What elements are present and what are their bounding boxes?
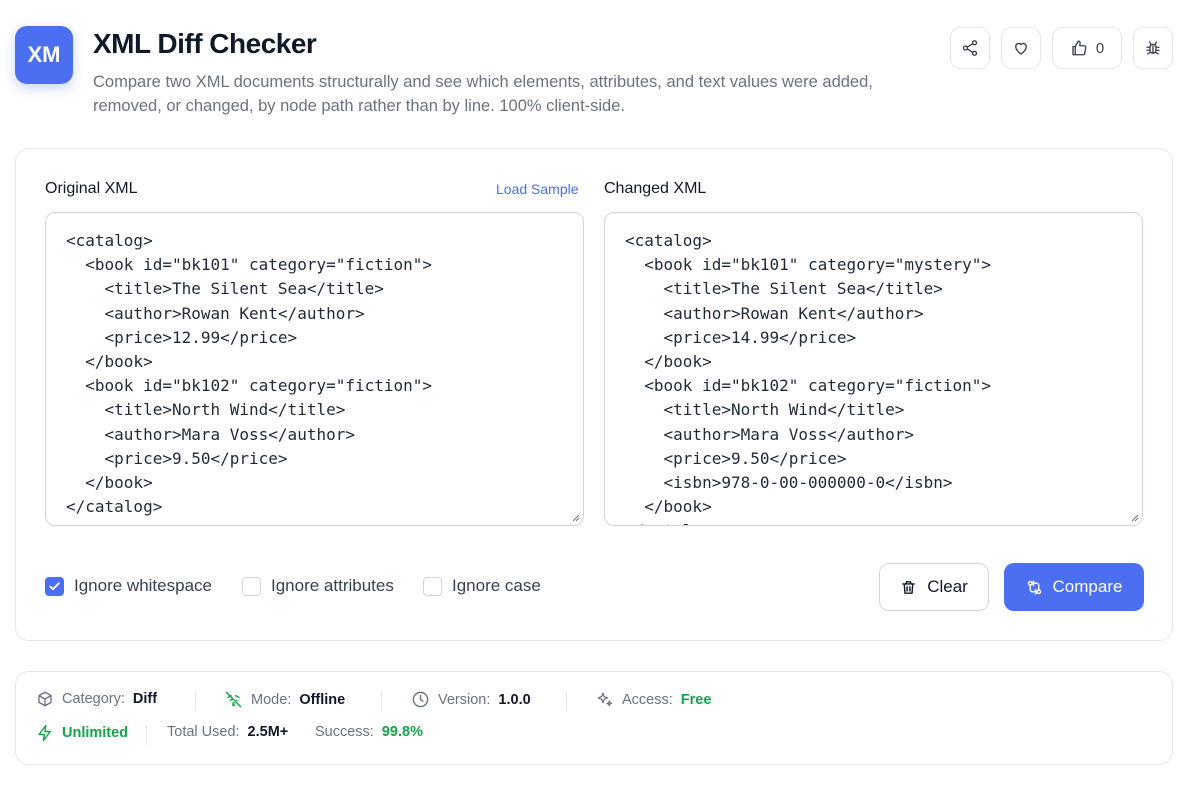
clear-button-label: Clear <box>927 577 968 596</box>
wifi-off-icon <box>225 691 242 708</box>
ignore-attributes-label[interactable]: Ignore attributes <box>271 576 394 596</box>
stat-divider <box>566 691 567 711</box>
ignore-whitespace-label[interactable]: Ignore whitespace <box>74 576 212 596</box>
bug-icon <box>1146 41 1160 55</box>
compare-icon <box>1027 579 1041 595</box>
compare-button-label: Compare <box>1052 577 1123 596</box>
resize-handle-icon[interactable] <box>1131 514 1139 522</box>
stat-mode-value: Offline <box>299 691 346 708</box>
stat-version-label: Version: <box>438 691 491 708</box>
stat-total-used: Total Used: 2.5M+ <box>167 724 288 740</box>
stat-unlimited: Unlimited <box>36 724 128 742</box>
favorite-button[interactable] <box>1001 27 1041 69</box>
changed-xml-label: Changed XML <box>604 180 707 197</box>
changed-xml-editor[interactable]: <catalog> <book id="bk101" category="mys… <box>604 212 1143 526</box>
stat-access-value: Free <box>680 691 712 708</box>
stat-category: Category: Diff <box>36 690 157 708</box>
lightning-icon <box>38 724 51 742</box>
ignore-whitespace-checkbox[interactable] <box>45 576 64 596</box>
stat-mode: Mode: Offline <box>224 690 345 709</box>
heart-icon <box>1015 42 1027 55</box>
tool-stats-panel <box>15 671 1173 765</box>
clear-button[interactable]: Clear <box>879 563 989 611</box>
original-xml-content[interactable]: <catalog> <book id="bk101" category="fic… <box>46 213 583 519</box>
stat-unlimited-value: Unlimited <box>62 725 129 741</box>
stat-mode-label: Mode: <box>251 691 292 708</box>
changed-xml-content[interactable]: <catalog> <book id="bk101" category="mys… <box>605 213 1142 525</box>
ignore-case-option[interactable]: Ignore case <box>423 576 541 596</box>
clock-icon <box>412 691 429 708</box>
app-logo: XM <box>15 26 73 84</box>
stat-success-label: Success: <box>315 724 374 740</box>
ignore-case-label[interactable]: Ignore case <box>452 576 541 596</box>
box-icon <box>38 691 52 707</box>
stat-access: Access: Free <box>595 690 711 709</box>
page-description: Compare two XML documents structurally a… <box>93 73 873 115</box>
trash-icon <box>902 580 916 594</box>
sparkles-icon <box>597 692 613 707</box>
original-xml-label: Original XML <box>45 180 138 197</box>
original-xml-editor[interactable]: <catalog> <book id="bk101" category="fic… <box>45 212 584 526</box>
check-icon <box>49 581 60 590</box>
stat-total-used-value: 2.5M+ <box>247 724 289 740</box>
like-count: 0 <box>1095 39 1105 57</box>
stat-divider <box>146 725 147 745</box>
stat-success: Success: 99.8% <box>315 724 423 740</box>
stat-category-label: Category: <box>62 691 125 707</box>
load-sample-link[interactable]: Load Sample <box>496 181 579 197</box>
stat-version-value: 1.0.0 <box>498 691 531 708</box>
stat-divider <box>381 691 382 711</box>
share-button[interactable] <box>950 27 990 69</box>
resize-handle-icon[interactable] <box>572 514 580 522</box>
stat-version: Version: 1.0.0 <box>411 690 531 709</box>
stat-divider <box>195 691 196 711</box>
like-button[interactable]: 0 <box>1052 27 1122 69</box>
ignore-attributes-checkbox[interactable] <box>242 576 261 596</box>
ignore-attributes-option[interactable]: Ignore attributes <box>242 576 394 596</box>
stat-success-value: 99.8% <box>381 724 423 740</box>
share-icon <box>962 40 978 56</box>
compare-button[interactable]: Compare <box>1004 563 1144 611</box>
thumbs-up-icon <box>1072 40 1087 56</box>
stat-access-label: Access: <box>622 691 673 708</box>
ignore-whitespace-option[interactable]: Ignore whitespace <box>45 576 212 596</box>
ignore-case-checkbox[interactable] <box>423 576 442 596</box>
stat-category-value: Diff <box>132 691 158 707</box>
stat-total-used-label: Total Used: <box>167 724 240 740</box>
report-bug-button[interactable] <box>1133 27 1173 69</box>
page-title: XML Diff Checker <box>93 28 317 59</box>
